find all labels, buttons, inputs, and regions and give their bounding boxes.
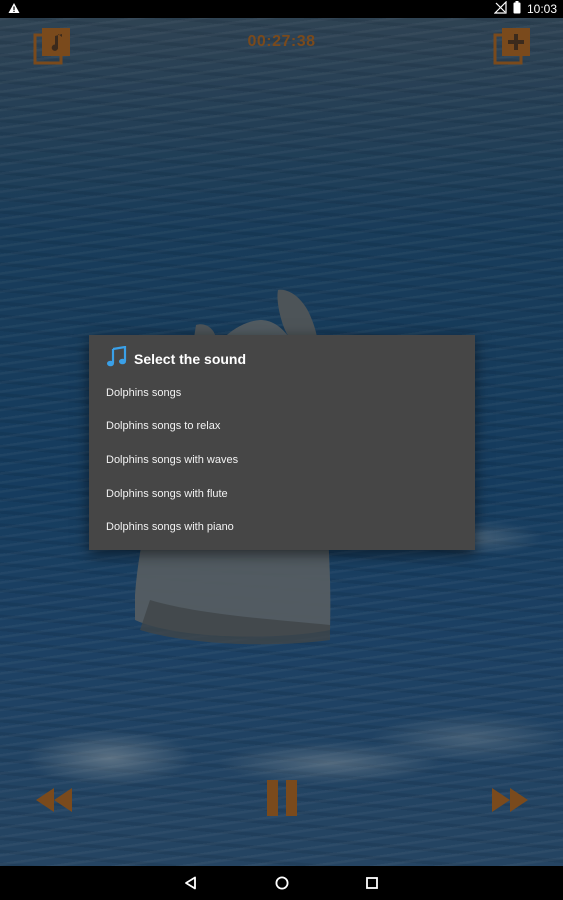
sound-option-dolphins-songs-to-relax[interactable]: Dolphins songs to relax	[89, 410, 475, 444]
status-bar: 10:03	[0, 0, 563, 18]
fast-forward-button[interactable]	[486, 782, 534, 818]
dialog-header: Select the sound	[106, 345, 247, 373]
screen: 10:03 00:27:38 Select the sound Dolphins…	[0, 0, 563, 900]
home-icon	[275, 876, 289, 890]
sound-option-dolphins-songs-with-flute[interactable]: Dolphins songs with flute	[89, 477, 475, 511]
back-button[interactable]	[177, 871, 205, 895]
recents-icon	[366, 877, 378, 889]
pause-button[interactable]	[258, 774, 306, 822]
recents-button[interactable]	[358, 871, 386, 895]
rewind-button[interactable]	[30, 782, 78, 818]
sound-list: Dolphins songs Dolphins songs to relax D…	[89, 376, 475, 544]
select-sound-dialog: Select the sound Dolphins songs Dolphins…	[89, 335, 475, 550]
warning-icon	[8, 2, 20, 17]
top-app-bar: 00:27:38	[0, 18, 563, 72]
dialog-title: Select the sound	[134, 351, 247, 367]
navigation-bar	[0, 866, 563, 900]
music-note-icon	[106, 345, 128, 373]
add-to-library-icon	[493, 28, 530, 65]
sound-option-dolphins-songs[interactable]: Dolphins songs	[89, 376, 475, 410]
sound-option-dolphins-songs-with-waves[interactable]: Dolphins songs with waves	[89, 443, 475, 477]
player-controls	[0, 770, 563, 830]
battery-icon	[513, 1, 521, 17]
session-timer: 00:27:38	[247, 33, 316, 50]
home-button[interactable]	[268, 871, 296, 895]
add-to-library-button[interactable]	[490, 24, 534, 68]
rewind-icon	[36, 788, 72, 812]
back-icon	[185, 876, 196, 890]
sound-option-dolphins-songs-with-piano[interactable]: Dolphins songs with piano	[89, 510, 475, 544]
pause-icon	[267, 780, 297, 816]
fast-forward-icon	[492, 788, 528, 812]
status-time: 10:03	[526, 2, 557, 16]
signal-off-icon	[493, 0, 507, 17]
